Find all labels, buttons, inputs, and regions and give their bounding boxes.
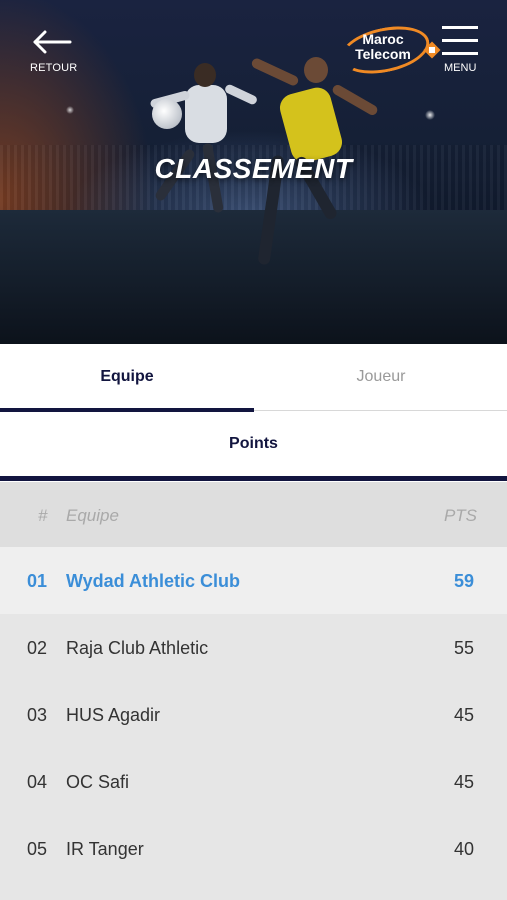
row-rank: 01 — [27, 571, 48, 591]
tab-label: Joueur — [356, 368, 406, 385]
tab-bar: Equipe Joueur — [0, 344, 507, 412]
row-rank: 04 — [27, 772, 48, 792]
table-row[interactable]: 01 Wydad Athletic Club 59 — [0, 547, 507, 614]
row-points: 55 — [453, 638, 474, 658]
logo-diamond-inner — [429, 47, 435, 53]
row-points: 45 — [453, 772, 474, 792]
row-rank: 03 — [27, 705, 48, 725]
logo-line-2: Telecom — [355, 46, 411, 62]
subtab-bar: Points — [0, 412, 507, 482]
table-row[interactable]: 05 IR Tanger 40 — [0, 815, 507, 882]
arrow-left-icon — [33, 30, 72, 54]
row-rank: 02 — [27, 638, 48, 658]
row-points: 45 — [453, 705, 474, 725]
header-team: Equipe — [66, 506, 119, 525]
tab-equipe[interactable]: Equipe — [0, 344, 254, 412]
row-team: HUS Agadir — [66, 705, 161, 725]
page-title: CLASSEMENT — [154, 153, 353, 184]
table-header: # Equipe PTS — [0, 482, 507, 547]
back-button[interactable]: RETOUR — [28, 30, 78, 76]
hero-banner: RETOUR Maroc Telecom MENU CLASSEMENT — [0, 0, 507, 344]
row-team: OC Safi — [66, 772, 130, 792]
menu-button[interactable]: MENU — [440, 26, 482, 76]
subtab-label: Points — [229, 435, 278, 452]
logo-line-1: Maroc — [362, 31, 404, 47]
back-label: RETOUR — [30, 62, 78, 74]
subtab-indicator — [0, 476, 507, 481]
row-points: 59 — [453, 571, 474, 591]
row-rank: 05 — [27, 839, 48, 859]
table-row[interactable]: 02 Raja Club Athletic 55 — [0, 614, 507, 681]
subtab-points[interactable]: Points — [0, 412, 507, 482]
tab-divider — [254, 410, 507, 411]
football-illustration — [152, 99, 182, 129]
maroc-telecom-logo: Maroc Telecom — [336, 19, 441, 81]
header-rank: # — [38, 506, 48, 525]
row-team: IR Tanger — [66, 839, 144, 859]
row-team: Raja Club Athletic — [66, 638, 209, 658]
row-team: Wydad Athletic Club — [66, 571, 241, 591]
table-row[interactable]: 03 HUS Agadir 45 — [0, 681, 507, 748]
header-points: PTS — [443, 506, 477, 525]
standings-table: # Equipe PTS 01 Wydad Athletic Club 59 0… — [0, 482, 507, 900]
logo-text: Maroc Telecom — [346, 32, 420, 62]
row-points: 40 — [453, 839, 474, 859]
table-row[interactable]: 04 OC Safi 45 — [0, 748, 507, 815]
menu-label: MENU — [444, 62, 477, 74]
tab-joueur[interactable]: Joueur — [254, 344, 507, 412]
tab-label: Equipe — [100, 368, 154, 385]
